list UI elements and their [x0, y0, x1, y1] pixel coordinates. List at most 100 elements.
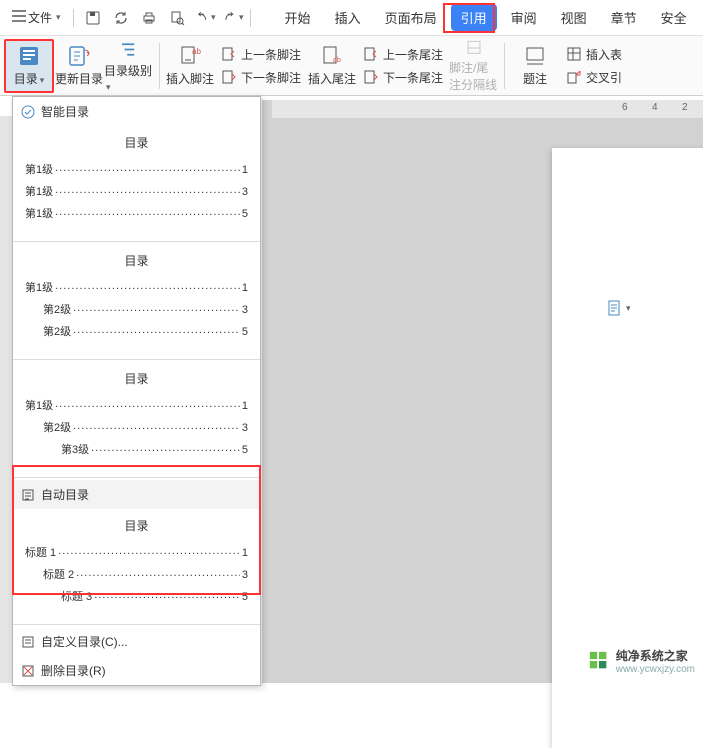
auto-toc-icon	[21, 488, 35, 502]
update-toc-label: 更新目录	[55, 70, 103, 87]
custom-toc-icon	[21, 635, 35, 649]
tab-security[interactable]: 安全	[651, 4, 697, 31]
toc-label: 目录	[14, 72, 38, 86]
field-widget[interactable]: ▾	[608, 300, 631, 316]
update-toc-icon	[67, 44, 91, 68]
prev-endnote-button[interactable]: 上一条尾注	[357, 43, 449, 66]
next-footnote-icon	[221, 69, 237, 85]
next-footnote-label: 下一条脚注	[241, 69, 301, 86]
cross-reference-button[interactable]: 交叉引	[560, 66, 628, 89]
tab-insert[interactable]: 插入	[325, 4, 371, 31]
toc-level-button[interactable]: 目录级别▾	[104, 39, 154, 93]
ref-stack: 插入表 交叉引	[560, 39, 628, 93]
tab-view[interactable]: 视图	[551, 4, 597, 31]
hamburger-icon	[12, 10, 26, 25]
print-icon[interactable]	[138, 7, 160, 29]
toc-title: 目录	[25, 370, 248, 387]
toc-group: 目录▾ 更新目录 目录级别▾	[4, 39, 154, 93]
toc-line: 标题 11	[25, 544, 248, 560]
toc-title: 目录	[25, 517, 248, 534]
redo-icon[interactable]: ▾	[222, 7, 244, 29]
prev-footnote-label: 上一条脚注	[241, 46, 301, 63]
prev-footnote-icon	[221, 46, 237, 62]
caption-label: 题注	[523, 70, 547, 87]
save-icon[interactable]	[82, 7, 104, 29]
watermark-title: 纯净系统之家	[616, 647, 695, 664]
svg-text:ab: ab	[333, 57, 341, 64]
chevron-down-icon: ▾	[211, 12, 216, 23]
print-preview-icon[interactable]	[166, 7, 188, 29]
custom-toc-label: 自定义目录(C)...	[41, 633, 128, 650]
toc-line-label: 第3级	[61, 441, 89, 457]
toc-fill	[71, 420, 240, 431]
toc-line-page: 5	[240, 326, 248, 338]
file-menu[interactable]: 文件 ▾	[6, 5, 67, 30]
toc-line: 第1级1	[25, 161, 248, 177]
toc-dropdown-panel: 智能目录 目录第1级1第1级3第1级5目录第1级1第2级3第2级5目录第1级1第…	[12, 96, 261, 686]
next-endnote-button[interactable]: 下一条尾注	[357, 66, 449, 89]
smart-toc-item[interactable]: 智能目录	[13, 97, 260, 126]
toc-fill	[53, 162, 240, 173]
cross-reference-label: 交叉引	[586, 69, 622, 86]
toc-dropdown-button[interactable]: 目录▾	[4, 39, 54, 93]
table-icon	[566, 46, 582, 62]
auto-toc-preview[interactable]: 目录 标题 11标题 23标题 35	[13, 509, 260, 622]
toc-preview-3[interactable]: 目录第1级1第2级3第3级5	[13, 362, 260, 475]
tab-pagelayout[interactable]: 页面布局	[375, 4, 447, 31]
toc-line-page: 1	[240, 282, 248, 294]
next-endnote-icon	[363, 69, 379, 85]
smart-toc-label: 智能目录	[41, 103, 89, 120]
sync-icon[interactable]	[110, 7, 132, 29]
smart-toc-icon	[21, 105, 35, 119]
custom-toc-item[interactable]: 自定义目录(C)...	[13, 627, 260, 656]
horizontal-ruler[interactable]: 6 4 2 2	[272, 100, 703, 118]
ruler-mark: 4	[652, 102, 658, 113]
prev-endnote-icon	[363, 46, 379, 62]
tab-chapter[interactable]: 章节	[601, 4, 647, 31]
ruler-mark: 6	[622, 102, 628, 113]
toc-line: 第1级1	[25, 397, 248, 413]
toc-line-page: 3	[240, 569, 248, 581]
tab-home[interactable]: 开始	[275, 4, 321, 31]
insert-table-button[interactable]: 插入表	[560, 43, 628, 66]
toc-line-page: 1	[240, 164, 248, 176]
toc-preview-1[interactable]: 目录第1级1第1级3第1级5	[13, 126, 260, 239]
toc-line-label: 第1级	[25, 205, 53, 221]
prev-footnote-button[interactable]: 上一条脚注	[215, 43, 307, 66]
footnote-endnote-separator-button[interactable]: 脚注/尾注分隔线	[449, 39, 499, 93]
file-label: 文件	[28, 9, 52, 26]
toc-fill	[89, 442, 240, 453]
separator	[73, 9, 74, 27]
tab-references[interactable]: 引用	[451, 4, 497, 31]
toc-line: 第1级3	[25, 183, 248, 199]
toc-line-page: 5	[240, 444, 248, 456]
document-canvas: 6 4 2 2 ▾	[262, 100, 703, 683]
toc-line: 第2级3	[25, 301, 248, 317]
caption-button[interactable]: 题注	[510, 39, 560, 93]
toc-preview-2[interactable]: 目录第1级1第2级3第2级5	[13, 244, 260, 357]
document-icon	[608, 300, 622, 316]
toc-line: 第1级5	[25, 205, 248, 221]
insert-footnote-label: 插入脚注	[166, 70, 214, 87]
watermark: 纯净系统之家 www.ycwxjzy.com	[588, 647, 695, 675]
separator	[13, 624, 260, 625]
auto-toc-header[interactable]: 自动目录	[13, 480, 260, 509]
toc-line-page: 3	[240, 304, 248, 316]
toc-fill	[74, 567, 240, 578]
toc-line-page: 1	[240, 547, 248, 559]
insert-footnote-button[interactable]: ab 插入脚注	[165, 39, 215, 93]
toc-fill	[53, 184, 240, 195]
caption-group: 题注 插入表 交叉引	[510, 39, 628, 93]
chevron-down-icon: ▾	[239, 12, 244, 23]
toc-line-page: 3	[240, 186, 248, 198]
toc-level-label: 目录级别	[104, 64, 152, 78]
insert-endnote-button[interactable]: ab 插入尾注	[307, 39, 357, 93]
undo-icon[interactable]: ▾	[194, 7, 216, 29]
delete-toc-item[interactable]: 删除目录(R)	[13, 656, 260, 685]
update-toc-button[interactable]: 更新目录	[54, 39, 104, 93]
tab-review[interactable]: 审阅	[501, 4, 547, 31]
watermark-url: www.ycwxjzy.com	[616, 664, 695, 675]
next-footnote-button[interactable]: 下一条脚注	[215, 66, 307, 89]
toc-line: 标题 23	[25, 566, 248, 582]
footnote-icon: ab	[178, 44, 202, 68]
